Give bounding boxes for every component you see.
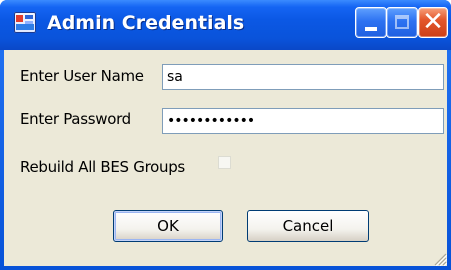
resize-grip-icon[interactable]: [431, 250, 447, 266]
close-icon: ✕: [422, 7, 444, 37]
app-window-icon: [14, 12, 36, 33]
window-title: Admin Credentials: [47, 12, 245, 34]
admin-credentials-dialog: Admin Credentials ✕ Enter User Name Ente…: [0, 0, 451, 270]
close-button[interactable]: ✕: [418, 7, 448, 38]
ok-button[interactable]: OK: [113, 210, 223, 242]
password-label: Enter Password: [20, 110, 131, 128]
cancel-button[interactable]: Cancel: [247, 210, 369, 242]
maximize-icon: [395, 15, 409, 29]
dialog-body: Enter User Name Enter Password Rebuild A…: [4, 50, 447, 266]
maximize-button[interactable]: [386, 7, 418, 38]
rebuild-groups-label: Rebuild All BES Groups: [20, 158, 185, 176]
user-name-input[interactable]: [162, 64, 444, 90]
minimize-button[interactable]: [355, 7, 387, 38]
minimize-icon: [365, 27, 377, 31]
user-name-label: Enter User Name: [20, 67, 144, 85]
title-bar[interactable]: Admin Credentials ✕: [0, 0, 451, 50]
password-input[interactable]: [162, 108, 444, 134]
rebuild-groups-checkbox[interactable]: [218, 156, 231, 169]
